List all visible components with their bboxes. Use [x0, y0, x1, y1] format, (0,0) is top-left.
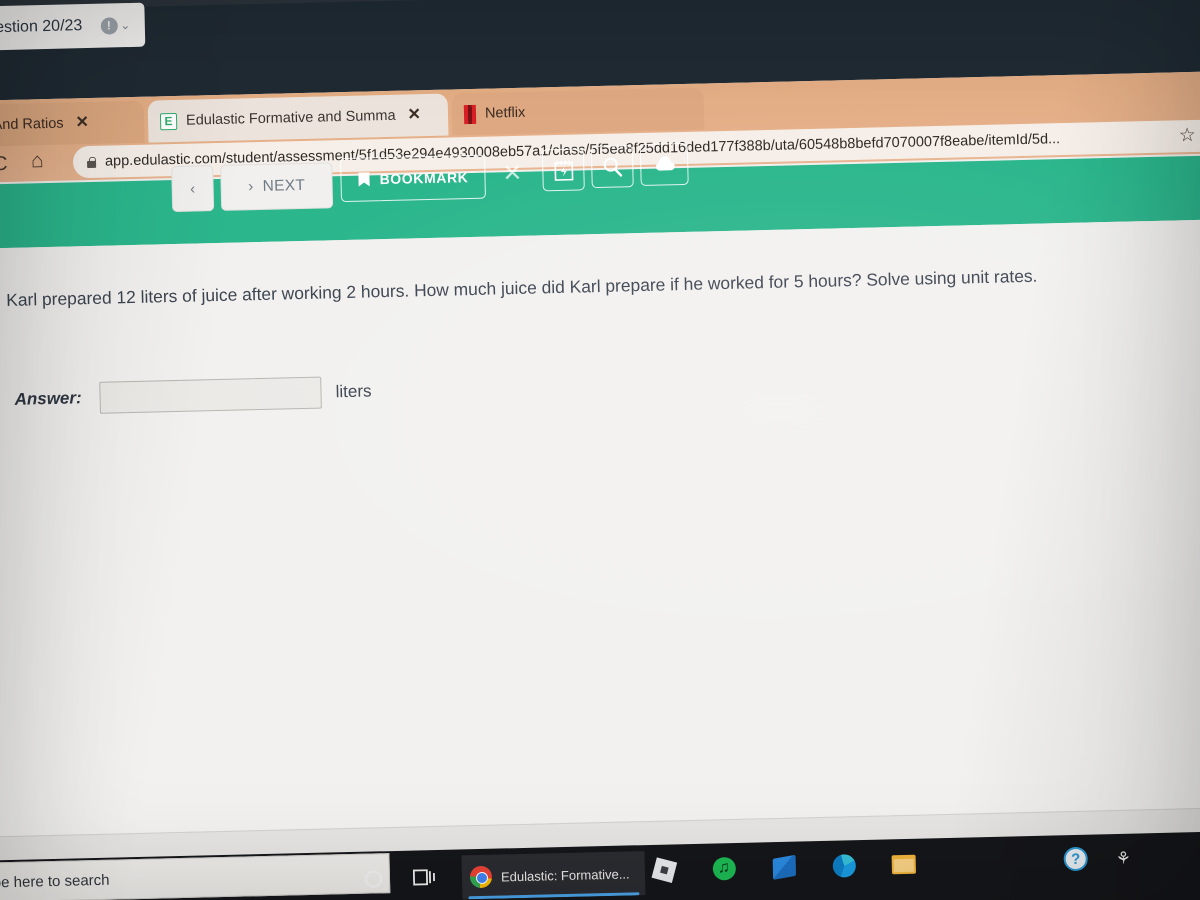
strikethrough-tool-button[interactable]: ✕ [491, 152, 534, 195]
question-counter-label: Question 20/23 [0, 17, 83, 37]
tab-title: lent Rates And Ratios [0, 115, 64, 135]
microsoft-edge-icon[interactable] [828, 850, 859, 881]
question-counter-pill: Question 20/23 ! ⌄ [0, 2, 145, 52]
save-cloud-button[interactable] [639, 142, 689, 187]
info-icon: ! [100, 16, 118, 35]
answer-unit-label: liters [335, 381, 372, 402]
bookmark-star-icon[interactable]: ☆ [1178, 123, 1200, 146]
taskbar-tray: ? ⚘ [1063, 846, 1131, 872]
screen-surface: lent Rates And Ratios ✕ E Edulastic Form… [0, 0, 1200, 900]
answer-input[interactable] [99, 376, 322, 414]
bezel-highlight [0, 0, 1200, 14]
photo-of-laptop-screen: lent Rates And Ratios ✕ E Edulastic Form… [0, 0, 1200, 900]
bookmark-button-label: BOOKMARK [379, 169, 469, 188]
taskbar-window-title: Edulastic: Formative... [500, 865, 630, 884]
question-text: Karl prepared 12 liters of juice after w… [6, 265, 1038, 310]
home-icon[interactable]: ⌂ [31, 149, 44, 172]
tab-title: Edulastic Formative and Summa [185, 107, 396, 129]
roblox-icon[interactable] [649, 854, 680, 885]
notepad-icon [553, 160, 573, 181]
file-explorer-icon[interactable] [888, 849, 919, 880]
chevron-left-icon: ‹ [189, 180, 196, 198]
close-icon[interactable]: ✕ [75, 114, 89, 131]
bookmark-icon [358, 172, 370, 187]
close-icon: ✕ [502, 159, 523, 187]
taskbar-system-icons [358, 862, 441, 894]
close-icon[interactable]: ✕ [407, 106, 421, 123]
help-icon[interactable]: ? [1063, 846, 1088, 872]
taskbar-window-chrome[interactable]: Edulastic: Formative... [461, 851, 646, 900]
search-icon [603, 157, 623, 177]
edulastic-icon: E [159, 112, 178, 130]
taskbar-pinned-icons: ♫ [649, 849, 920, 885]
answer-row: Answer: liters [14, 375, 372, 415]
next-question-button[interactable]: › NEXT [220, 162, 334, 211]
bookmark-button[interactable]: BOOKMARK [340, 154, 486, 203]
cortana-circle-icon[interactable] [358, 863, 389, 894]
chrome-icon [469, 865, 493, 889]
task-view-icon[interactable] [410, 862, 441, 893]
question-info-dropdown[interactable]: ! ⌄ [100, 16, 131, 35]
lock-icon [87, 156, 96, 167]
cloud-icon [655, 156, 675, 171]
spotify-glyph: ♫ [712, 856, 736, 881]
reload-icon[interactable]: C [0, 153, 8, 175]
spotify-icon[interactable]: ♫ [708, 853, 739, 884]
chevron-down-icon: ⌄ [120, 17, 131, 33]
scratchpad-button[interactable] [541, 148, 585, 192]
answer-label: Answer: [14, 388, 82, 409]
people-share-icon[interactable]: ⚘ [1115, 848, 1131, 867]
netflix-icon [463, 104, 477, 124]
microsoft-store-icon[interactable] [768, 851, 799, 882]
previous-question-button[interactable]: ‹ [171, 165, 215, 213]
next-button-label: NEXT [262, 176, 306, 195]
tab-title: Netflix [484, 104, 526, 122]
windows-search-box[interactable]: Type here to search [0, 853, 391, 900]
zoom-tool-button[interactable] [590, 145, 634, 189]
question-content-area: 20 Karl prepared 12 liters of juice afte… [0, 217, 1200, 838]
search-placeholder: Type here to search [0, 871, 110, 892]
chevron-right-icon: › [247, 178, 254, 196]
